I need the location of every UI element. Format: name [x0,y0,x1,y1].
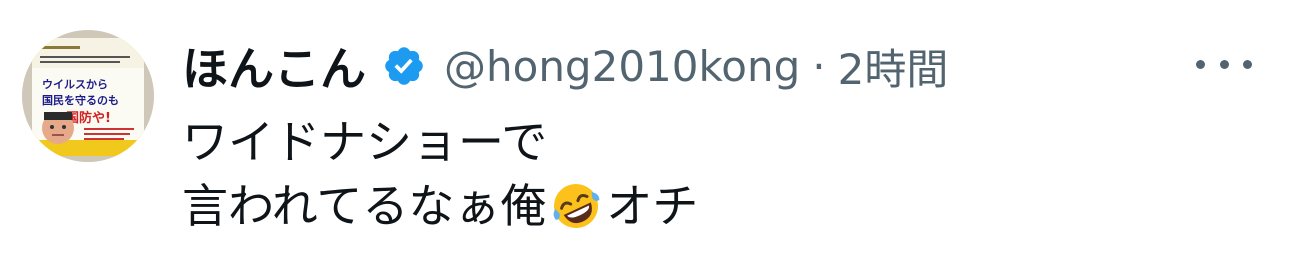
avatar[interactable]: ウイルスから 国民を守るのも 国防や! [22,30,154,162]
tweet-header: ほんこん @hong2010kong · 2時間 [182,34,948,98]
tweet-text: ワイドナショーで 言われてるなぁ俺 オチ [182,110,698,238]
more-dot [1196,59,1205,69]
separator-dot: · [812,41,826,91]
more-options-icon[interactable] [1196,44,1252,84]
more-dot [1243,59,1252,69]
verified-badge-icon [382,44,426,88]
display-name[interactable]: ほんこん [182,33,366,99]
avatar-book-title-1: ウイルスから [42,78,108,91]
avatar-book-title-2: 国民を守るのも [42,93,119,107]
tweet-line-2-text-b: オチ [606,179,699,233]
timestamp[interactable]: 2時間 [838,36,949,97]
user-handle[interactable]: @hong2010kong [444,42,800,91]
tweet-line-2: 言われてるなぁ俺 オチ [182,174,698,238]
more-dot [1219,59,1229,69]
rolling-on-the-floor-laughing-emoji-icon [548,176,604,232]
tweet: ウイルスから 国民を守るのも 国防や! ほんこん @hong2010kong ·… [0,0,1300,274]
tweet-line-2-text-a: 言われてるなぁ俺 [182,179,547,233]
tweet-line-1: ワイドナショーで [182,115,548,169]
